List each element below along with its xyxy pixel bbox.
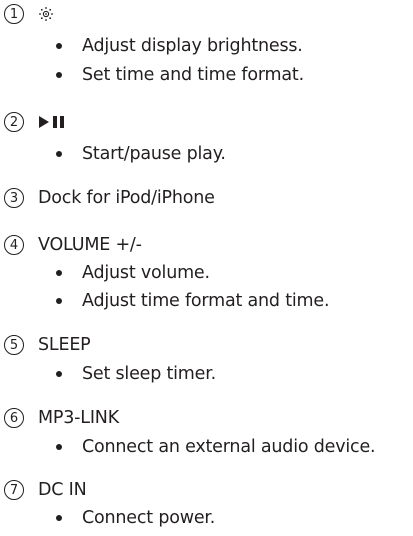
bullet-dot [56, 151, 62, 157]
brightness-icon [38, 6, 54, 22]
item-title: SLEEP [38, 335, 91, 355]
bullet-text: Start/pause play. [82, 144, 226, 164]
item-number-badge: 3 [4, 188, 24, 208]
item-number-badge: 6 [4, 408, 24, 428]
bullet-text: Connect power. [82, 508, 216, 528]
item-number-badge: 5 [4, 335, 24, 355]
bullet-item: Start/pause play. [56, 142, 226, 166]
bullet-text: Adjust time format and time. [82, 291, 330, 311]
bullet-text: Adjust display brightness. [82, 36, 303, 56]
bullet-dot [56, 298, 62, 304]
bullet-text: Connect an external audio device. [82, 437, 376, 457]
bullet-dot [56, 270, 62, 276]
bullet-text: Adjust volume. [82, 263, 210, 283]
bullet-item: Adjust display brightness. [56, 34, 303, 58]
bullet-dot [56, 444, 62, 450]
bullet-dot [56, 515, 62, 521]
bullet-item: Connect power. [56, 506, 215, 530]
bullet-item: Set time and time format. [56, 63, 304, 87]
bullet-text: Set time and time format. [82, 65, 304, 85]
bullet-text: Set sleep timer. [82, 364, 216, 384]
bullet-dot [56, 371, 62, 377]
bullet-item: Adjust volume. [56, 261, 210, 285]
item-number-badge: 2 [4, 112, 24, 132]
bullet-item: Adjust time format and time. [56, 289, 330, 313]
item-title: VOLUME +/- [38, 235, 142, 255]
item-title: DC IN [38, 480, 87, 500]
bullet-item: Connect an external audio device. [56, 435, 376, 459]
item-number-badge: 4 [4, 235, 24, 255]
item-title: Dock for iPod/iPhone [38, 188, 215, 208]
item-number-badge: 7 [4, 480, 24, 500]
bullet-item: Set sleep timer. [56, 362, 216, 386]
bullet-dot [56, 43, 62, 49]
item-number-badge: 1 [4, 4, 24, 24]
play-pause-icon [38, 115, 66, 129]
bullet-dot [56, 72, 62, 78]
item-title: MP3-LINK [38, 408, 119, 428]
